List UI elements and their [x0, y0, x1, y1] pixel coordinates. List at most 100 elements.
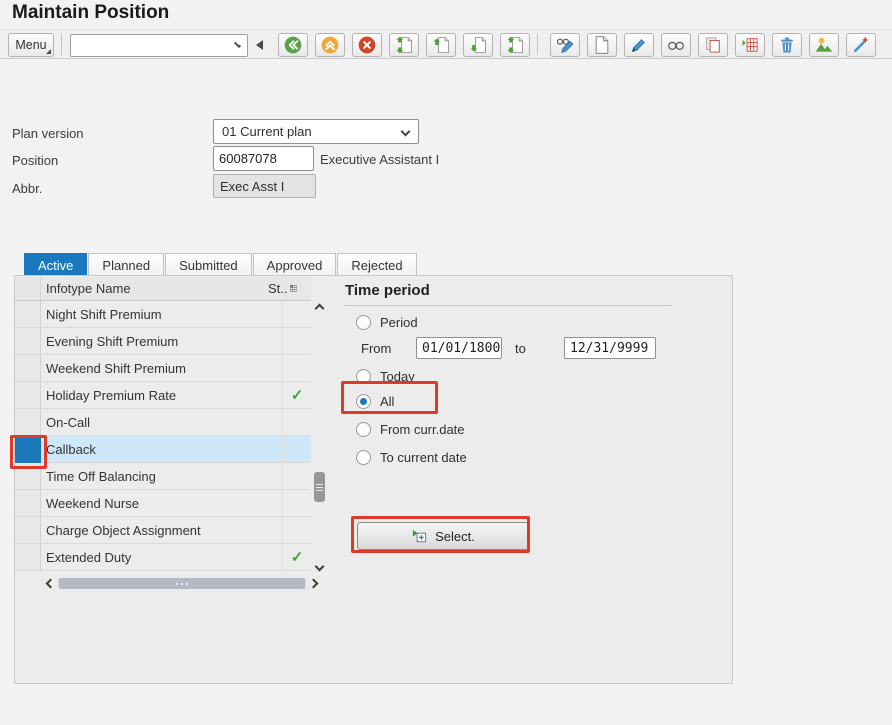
select-button[interactable]: Select.: [357, 522, 529, 550]
tab-active[interactable]: Active: [24, 253, 87, 276]
approved-check-icon: ✓: [282, 544, 311, 571]
infotype-name-column-header: Infotype Name: [41, 277, 282, 300]
table-row-selected[interactable]: Callback: [15, 436, 311, 463]
tab-rejected[interactable]: Rejected: [337, 253, 416, 276]
delimit-button[interactable]: [735, 33, 765, 57]
abbr-label: Abbr.: [12, 181, 42, 196]
horizontal-scroll-track[interactable]: [58, 578, 306, 589]
row-selector[interactable]: [15, 355, 41, 382]
execute-icon: [851, 35, 871, 55]
change-icon: [629, 35, 649, 55]
radio-circle-checked[interactable]: [356, 394, 371, 409]
horizontal-scroll-thumb[interactable]: [59, 578, 305, 589]
copy-button[interactable]: [698, 33, 728, 57]
scroll-down-icon[interactable]: [315, 562, 325, 572]
status-cell: [282, 436, 311, 463]
radio-all[interactable]: All: [356, 393, 394, 409]
radio-circle[interactable]: [356, 315, 371, 330]
display-change-button[interactable]: [550, 33, 580, 57]
copy-icon: [703, 35, 723, 55]
vertical-scroll-thumb[interactable]: [314, 472, 325, 502]
row-selector[interactable]: [15, 409, 41, 436]
table-settings-icon[interactable]: [290, 282, 297, 295]
table-row[interactable]: Holiday Premium Rate✓: [15, 382, 311, 409]
plan-version-dropdown[interactable]: 01 Current plan: [213, 119, 419, 144]
select-button-label: Select.: [435, 529, 475, 544]
menu-button-label: Menu: [15, 38, 46, 52]
overview-icon: [814, 35, 834, 55]
command-field[interactable]: [70, 34, 248, 57]
last-record-button[interactable]: [500, 33, 530, 57]
command-input[interactable]: [75, 36, 236, 55]
status-cell: [282, 517, 311, 544]
abbr-value: Exec Asst I: [220, 179, 284, 194]
from-label: From: [361, 341, 391, 356]
cancel-button[interactable]: [352, 33, 382, 57]
status-cell: [282, 463, 311, 490]
toolbar-separator: [537, 34, 538, 55]
to-date-input[interactable]: [564, 337, 656, 359]
radio-circle[interactable]: [356, 450, 371, 465]
scroll-right-icon[interactable]: [309, 579, 319, 589]
previous-record-icon: [431, 35, 451, 55]
radio-circle[interactable]: [356, 422, 371, 437]
status-cell: [282, 490, 311, 517]
table-row[interactable]: Night Shift Premium: [15, 301, 311, 328]
position-label: Position: [12, 153, 58, 168]
scroll-left-icon[interactable]: [46, 579, 56, 589]
from-date-input[interactable]: [416, 337, 502, 359]
create-button[interactable]: [587, 33, 617, 57]
radio-circle[interactable]: [356, 369, 371, 384]
exit-button[interactable]: [315, 33, 345, 57]
radio-to-current-date[interactable]: To current date: [356, 449, 467, 465]
row-selector[interactable]: [15, 301, 41, 328]
tab-submitted[interactable]: Submitted: [165, 253, 252, 276]
row-selector[interactable]: [15, 517, 41, 544]
first-record-button[interactable]: [389, 33, 419, 57]
execute-button[interactable]: [846, 33, 876, 57]
status-cell: [282, 409, 311, 436]
collapse-command-field-icon[interactable]: [256, 40, 263, 50]
display-button[interactable]: [661, 33, 691, 57]
table-row[interactable]: Extended Duty✓: [15, 544, 311, 571]
scroll-up-icon[interactable]: [315, 304, 325, 314]
to-label: to: [515, 341, 526, 356]
delete-button[interactable]: [772, 33, 802, 57]
table-row[interactable]: Time Off Balancing: [15, 463, 311, 490]
status-column-header: St..: [268, 277, 297, 300]
table-row[interactable]: Weekend Shift Premium: [15, 355, 311, 382]
table-row[interactable]: Weekend Nurse: [15, 490, 311, 517]
tab-planned[interactable]: Planned: [88, 253, 164, 276]
row-selector[interactable]: [15, 544, 41, 571]
table-row[interactable]: Charge Object Assignment: [15, 517, 311, 544]
radio-period[interactable]: Period: [356, 314, 418, 330]
tab-approved[interactable]: Approved: [253, 253, 337, 276]
row-selector-selected[interactable]: [15, 436, 41, 463]
header-selector-cell: [15, 277, 41, 300]
back-button[interactable]: [278, 33, 308, 57]
status-cell: [282, 301, 311, 328]
overview-button[interactable]: [809, 33, 839, 57]
vertical-scrollbar[interactable]: [312, 301, 328, 576]
display-change-icon: [555, 35, 575, 55]
previous-record-button[interactable]: [426, 33, 456, 57]
table-row[interactable]: On-Call: [15, 409, 311, 436]
radio-from-curr-date[interactable]: From curr.date: [356, 421, 465, 437]
position-input[interactable]: [213, 146, 314, 171]
row-selector[interactable]: [15, 382, 41, 409]
row-selector[interactable]: [15, 463, 41, 490]
menu-button[interactable]: Menu: [8, 33, 54, 57]
row-selector[interactable]: [15, 490, 41, 517]
toolbar-separator: [61, 34, 62, 55]
change-button[interactable]: [624, 33, 654, 57]
table-row[interactable]: Evening Shift Premium: [15, 328, 311, 355]
display-icon: [666, 35, 686, 55]
infotype-table: Night Shift Premium Evening Shift Premiu…: [15, 301, 311, 571]
horizontal-scrollbar[interactable]: [41, 577, 323, 590]
row-selector[interactable]: [15, 328, 41, 355]
next-record-button[interactable]: [463, 33, 493, 57]
radio-today[interactable]: Today: [356, 368, 415, 384]
sap-window: Maintain Position Menu: [0, 0, 892, 725]
approved-check-icon: ✓: [282, 382, 311, 409]
chevron-down-icon: [401, 127, 411, 137]
